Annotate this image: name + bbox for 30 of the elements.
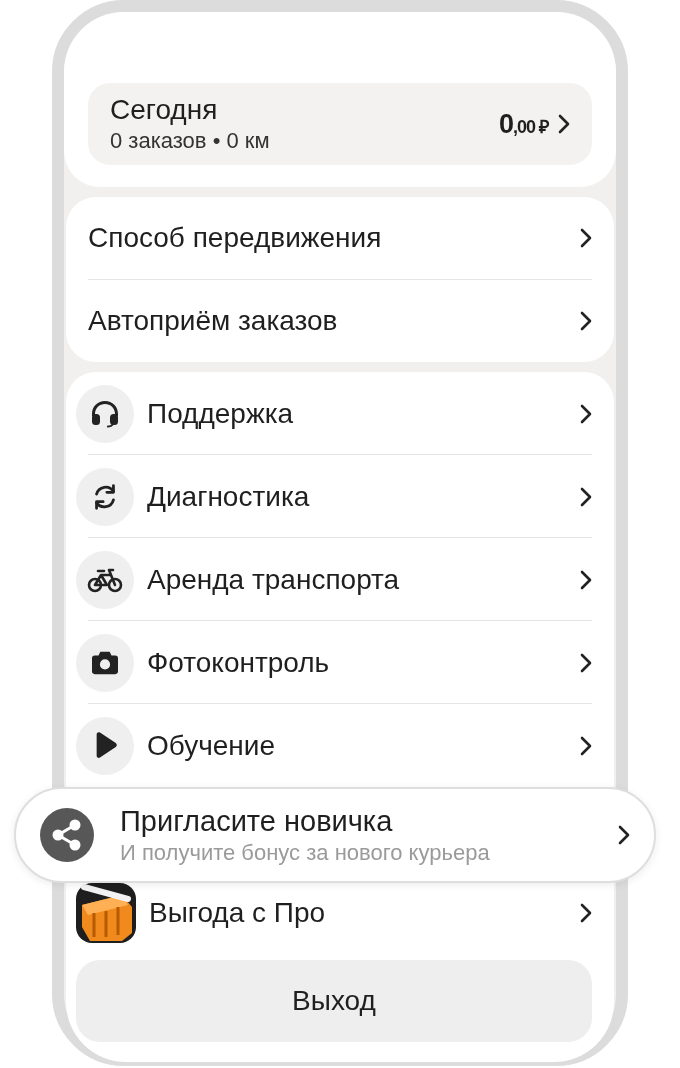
basket-icon <box>76 882 136 943</box>
today-stats: 0 заказов • 0 км <box>110 128 271 154</box>
exit-button[interactable]: Выход <box>76 960 592 1042</box>
share-icon <box>40 808 94 862</box>
menu-item[interactable]: Аренда транспорта <box>147 563 580 596</box>
chevron-icon <box>558 114 570 134</box>
invite-subtitle: И получите бонус за нового курьера <box>120 839 491 866</box>
settings-item[interactable]: Автоприём заказов <box>88 305 580 337</box>
menu-item[interactable]: Фотоконтроль <box>147 646 580 679</box>
menu-item[interactable]: Обучение <box>147 729 580 762</box>
settings-item[interactable]: Способ передвижения <box>88 222 580 254</box>
chevron-icon <box>580 569 592 590</box>
camera-icon <box>90 649 120 676</box>
invite-card[interactable]: Пригласите новичка И получите бонус за нового курьера <box>14 787 656 883</box>
chevron-icon <box>580 486 592 507</box>
today-card[interactable]: Сегодня 0 заказов • 0 км 0,00 ₽ <box>88 83 592 165</box>
chevron-icon <box>580 652 592 673</box>
menu-item[interactable]: Поддержка <box>147 397 580 430</box>
invite-title: Пригласите новичка <box>120 804 394 838</box>
menu-item[interactable]: Диагностика <box>147 480 580 513</box>
menu-item[interactable]: Выгода с Про <box>149 896 580 929</box>
chevron-icon <box>618 825 630 845</box>
chevron-icon <box>580 311 592 331</box>
earnings-amount: 0,00 ₽ <box>498 108 548 140</box>
chevron-icon <box>580 902 592 923</box>
chevron-icon <box>580 403 592 424</box>
bicycle-icon <box>87 566 123 593</box>
chevron-icon <box>580 228 592 248</box>
today-title: Сегодня <box>110 94 219 126</box>
chevron-icon <box>580 735 592 756</box>
